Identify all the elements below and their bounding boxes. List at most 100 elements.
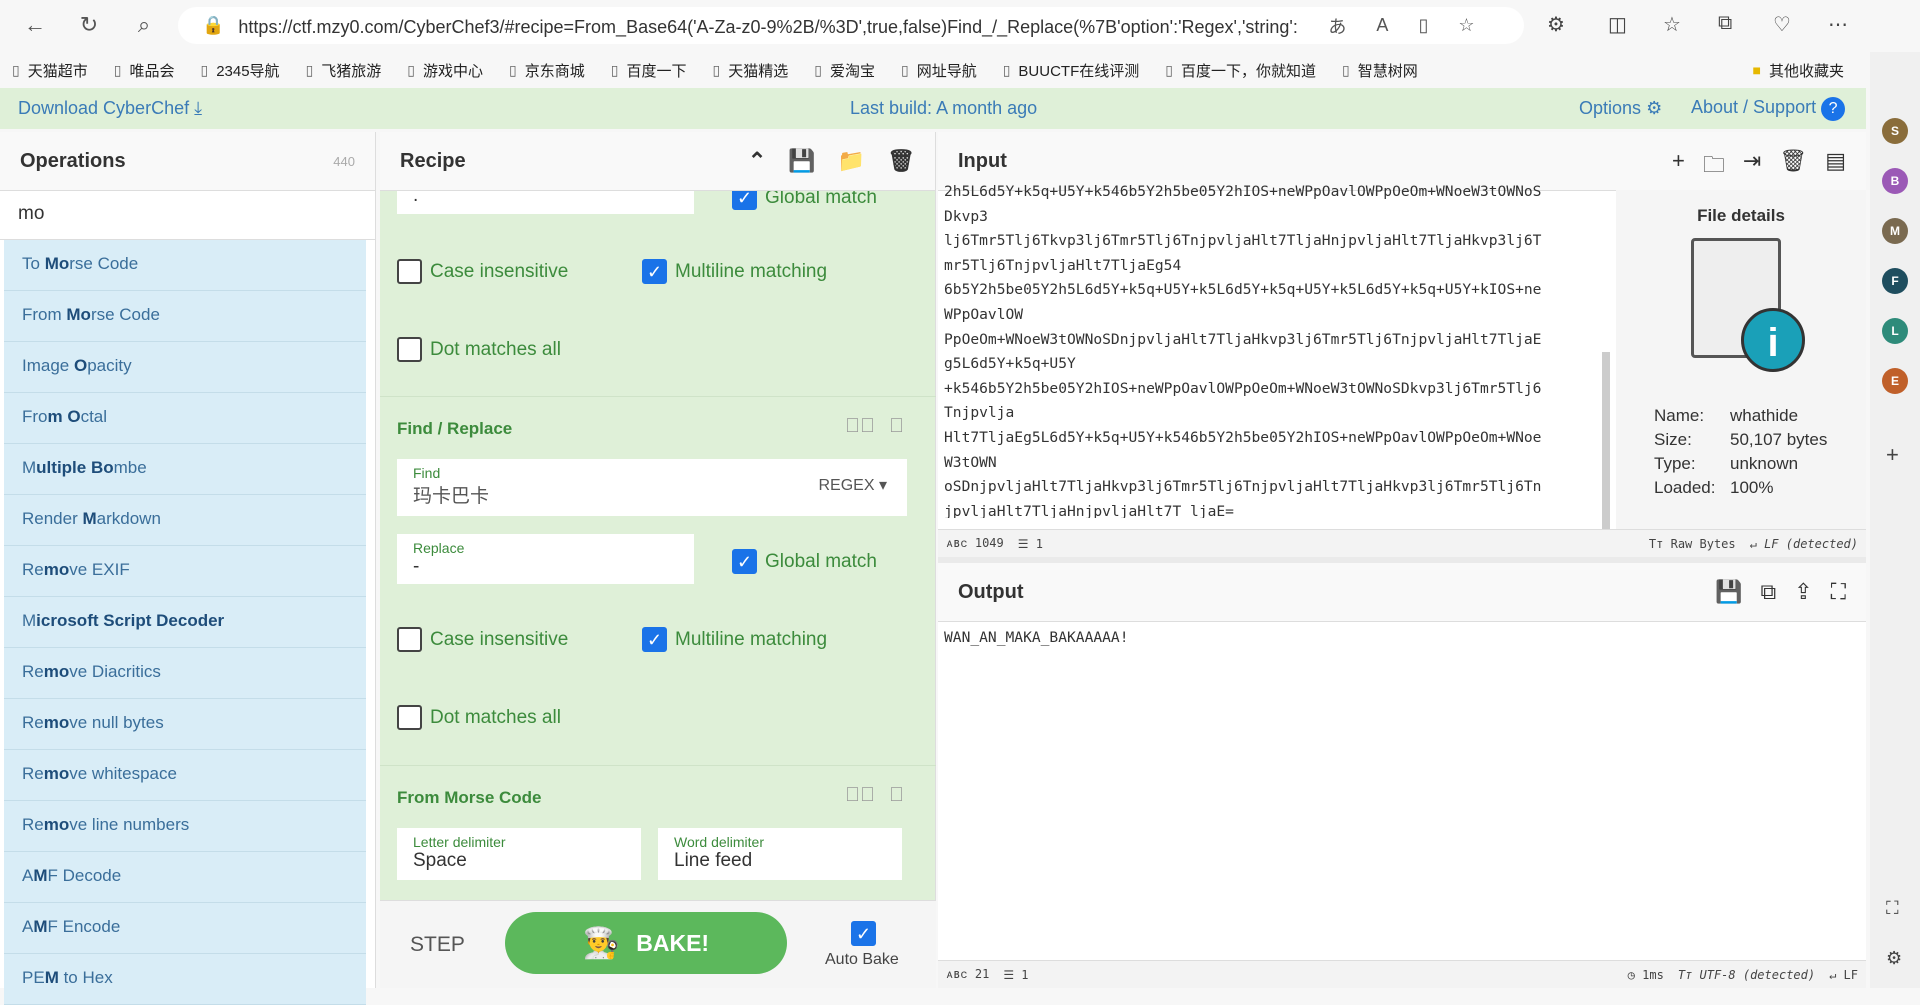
reader-icon[interactable]: ▯: [1418, 15, 1428, 36]
options-link[interactable]: Options ⚙: [1579, 98, 1662, 119]
input-eol[interactable]: ↵ LF (detected): [1750, 537, 1858, 551]
save-recipe-icon[interactable]: 💾: [788, 148, 815, 174]
bookmark-item[interactable]: ▯ 智慧树网: [1342, 60, 1418, 81]
replace-field[interactable]: Replace -: [397, 534, 694, 584]
screenshot-icon[interactable]: ⛶: [1886, 898, 1899, 919]
op2-multiline[interactable]: ✓ Multiline matching: [642, 627, 827, 652]
operation-item[interactable]: Remove EXIF: [4, 546, 366, 597]
op1-multiline[interactable]: ✓ Multiline matching: [642, 259, 827, 284]
profile-avatar[interactable]: B: [1882, 168, 1908, 194]
op1-dot-all[interactable]: Dot matches all: [397, 337, 561, 362]
operation-item[interactable]: To Morse Code: [4, 240, 366, 291]
maximize-icon[interactable]: ⛶: [1831, 579, 1846, 605]
op3-title: From Morse Code: [397, 788, 542, 807]
operation-item[interactable]: Render Markdown: [4, 495, 366, 546]
word-delimiter-field[interactable]: Word delimiter Line feed: [658, 828, 902, 880]
copy-output-icon[interactable]: ⧉: [1760, 579, 1776, 605]
health-icon[interactable]: ♡: [1773, 12, 1791, 37]
op1-global-match[interactable]: ✓ Global match: [732, 191, 877, 210]
operation-item[interactable]: PEM to Hex: [4, 954, 366, 1005]
bookmark-item[interactable]: ▯ 游戏中心: [407, 60, 483, 81]
operation-item[interactable]: From Morse Code: [4, 291, 366, 342]
more-icon[interactable]: ⋯: [1828, 12, 1848, 37]
add-tab-icon[interactable]: +: [1672, 148, 1685, 186]
operation-item[interactable]: From Octal: [4, 393, 366, 444]
settings-icon[interactable]: ⚙: [1886, 948, 1902, 969]
back-icon[interactable]: ←: [18, 12, 52, 38]
open-folder-icon[interactable]: 🗀: [1703, 148, 1725, 186]
clear-recipe-icon[interactable]: 🗑: [887, 148, 915, 174]
download-link[interactable]: Download CyberChef ⤓: [18, 98, 202, 119]
profile-avatar[interactable]: E: [1882, 368, 1908, 394]
refresh-icon[interactable]: ↻: [72, 12, 106, 38]
op2-global-match[interactable]: ✓ Global match: [732, 549, 877, 574]
operation-item[interactable]: AMF Decode: [4, 852, 366, 903]
bookmark-item[interactable]: ▯ 爱淘宝: [814, 60, 875, 81]
search-icon[interactable]: ⌕: [127, 12, 161, 38]
extensions-icon[interactable]: ⚙: [1547, 12, 1565, 37]
bookmark-item[interactable]: ▯ 天猫超市: [12, 60, 88, 81]
other-bookmarks[interactable]: ■ 其他收藏夹: [1753, 60, 1844, 81]
load-recipe-icon[interactable]: 📁: [838, 148, 865, 174]
split-screen-icon[interactable]: ◫: [1608, 12, 1627, 37]
profile-avatar[interactable]: F: [1882, 268, 1908, 294]
operation-item[interactable]: Remove whitespace: [4, 750, 366, 801]
auto-bake-checkbox[interactable]: ✓: [851, 921, 876, 946]
operation-item[interactable]: Remove line numbers: [4, 801, 366, 852]
letter-delimiter-field[interactable]: Letter delimiter Space: [397, 828, 641, 880]
operation-item[interactable]: AMF Encode: [4, 903, 366, 954]
replace-input-icon[interactable]: ⇪: [1794, 579, 1812, 605]
read-aloud-icon[interactable]: A: [1376, 15, 1388, 36]
op1-replace-field[interactable]: .: [397, 191, 694, 214]
op1-case-insensitive[interactable]: Case insensitive: [397, 259, 568, 284]
operation-item[interactable]: Remove null bytes: [4, 699, 366, 750]
collapse-all-icon[interactable]: ⌃: [748, 148, 766, 174]
bookmark-item[interactable]: ▯ 2345导航: [200, 60, 279, 81]
clear-input-icon[interactable]: 🗑: [1779, 148, 1807, 186]
op2-controls[interactable]: ⌃⃠⏸: [845, 415, 918, 438]
profile-avatar[interactable]: S: [1882, 118, 1908, 144]
profile-avatar[interactable]: L: [1882, 318, 1908, 344]
about-link[interactable]: About / Support ?: [1691, 96, 1846, 121]
bookmark-item[interactable]: ▯ 天猫精选: [713, 60, 789, 81]
line-count: ☰ 1: [1017, 536, 1043, 551]
bookmark-item[interactable]: ▯ 唯品会: [114, 60, 175, 81]
step-button[interactable]: STEP: [410, 933, 465, 957]
input-textarea[interactable]: 2h5L6d5Y+k5q+U5Y+k546b5Y2h5be05Y2hIOS+ne…: [944, 180, 1610, 518]
operations-search-input[interactable]: mo: [0, 191, 375, 240]
output-encoding[interactable]: Tт UTF-8 (detected): [1678, 968, 1815, 982]
input-encoding[interactable]: Tт Raw Bytes: [1649, 537, 1736, 551]
bookmark-item[interactable]: ▯ 百度一下，你就知道: [1165, 60, 1316, 81]
bookmark-item[interactable]: ▯ 飞猪旅游: [306, 60, 382, 81]
favorite-star-icon[interactable]: ☆: [1458, 15, 1474, 36]
operation-item[interactable]: Image Opacity: [4, 342, 366, 393]
favorites-icon[interactable]: ☆: [1663, 12, 1681, 37]
operation-item[interactable]: Microsoft Script Decoder: [4, 597, 366, 648]
op2-case-insensitive[interactable]: Case insensitive: [397, 627, 568, 652]
collections-icon[interactable]: ⧉: [1718, 12, 1732, 35]
operation-item[interactable]: Multiple Bombe: [4, 444, 366, 495]
op2-dot-all[interactable]: Dot matches all: [397, 705, 561, 730]
add-icon[interactable]: +: [1886, 442, 1899, 468]
translate-icon[interactable]: あ: [1328, 13, 1346, 39]
bookmark-item[interactable]: ▯ BUUCTF在线评测: [1003, 60, 1140, 81]
output-text[interactable]: WAN_AN_MAKA_BAKAAAAA!: [944, 629, 1129, 646]
open-file-icon[interactable]: ⇥: [1743, 148, 1761, 186]
input-line: Tnjpvlja: [944, 404, 1015, 422]
address-bar[interactable]: 🔒 https://ctf.mzy0.com/CyberChef3/#recip…: [178, 7, 1524, 44]
op3-controls[interactable]: ⌃⃠⏸: [845, 784, 918, 807]
save-output-icon[interactable]: 💾: [1715, 579, 1742, 605]
output-eol[interactable]: ↵ LF: [1829, 968, 1858, 982]
layout-icon[interactable]: ▤: [1825, 148, 1846, 186]
url-text[interactable]: https://ctf.mzy0.com/CyberChef3/#recipe=…: [238, 13, 1298, 39]
find-mode-dropdown[interactable]: REGEX ▾: [819, 475, 888, 495]
input-scrollbar[interactable]: [1602, 352, 1610, 530]
bookmark-item[interactable]: ▯ 京东商城: [509, 60, 585, 81]
operation-item[interactable]: Remove Diacritics: [4, 648, 366, 699]
find-field[interactable]: Find 玛卡巴卡 REGEX ▾: [397, 459, 907, 516]
bookmark-item[interactable]: ▯ 百度一下: [611, 60, 687, 81]
bake-button[interactable]: 👨‍🍳 BAKE!: [505, 912, 787, 974]
operations-count: 440: [333, 153, 355, 169]
profile-avatar[interactable]: M: [1882, 218, 1908, 244]
bookmark-item[interactable]: ▯ 网址导航: [901, 60, 977, 81]
